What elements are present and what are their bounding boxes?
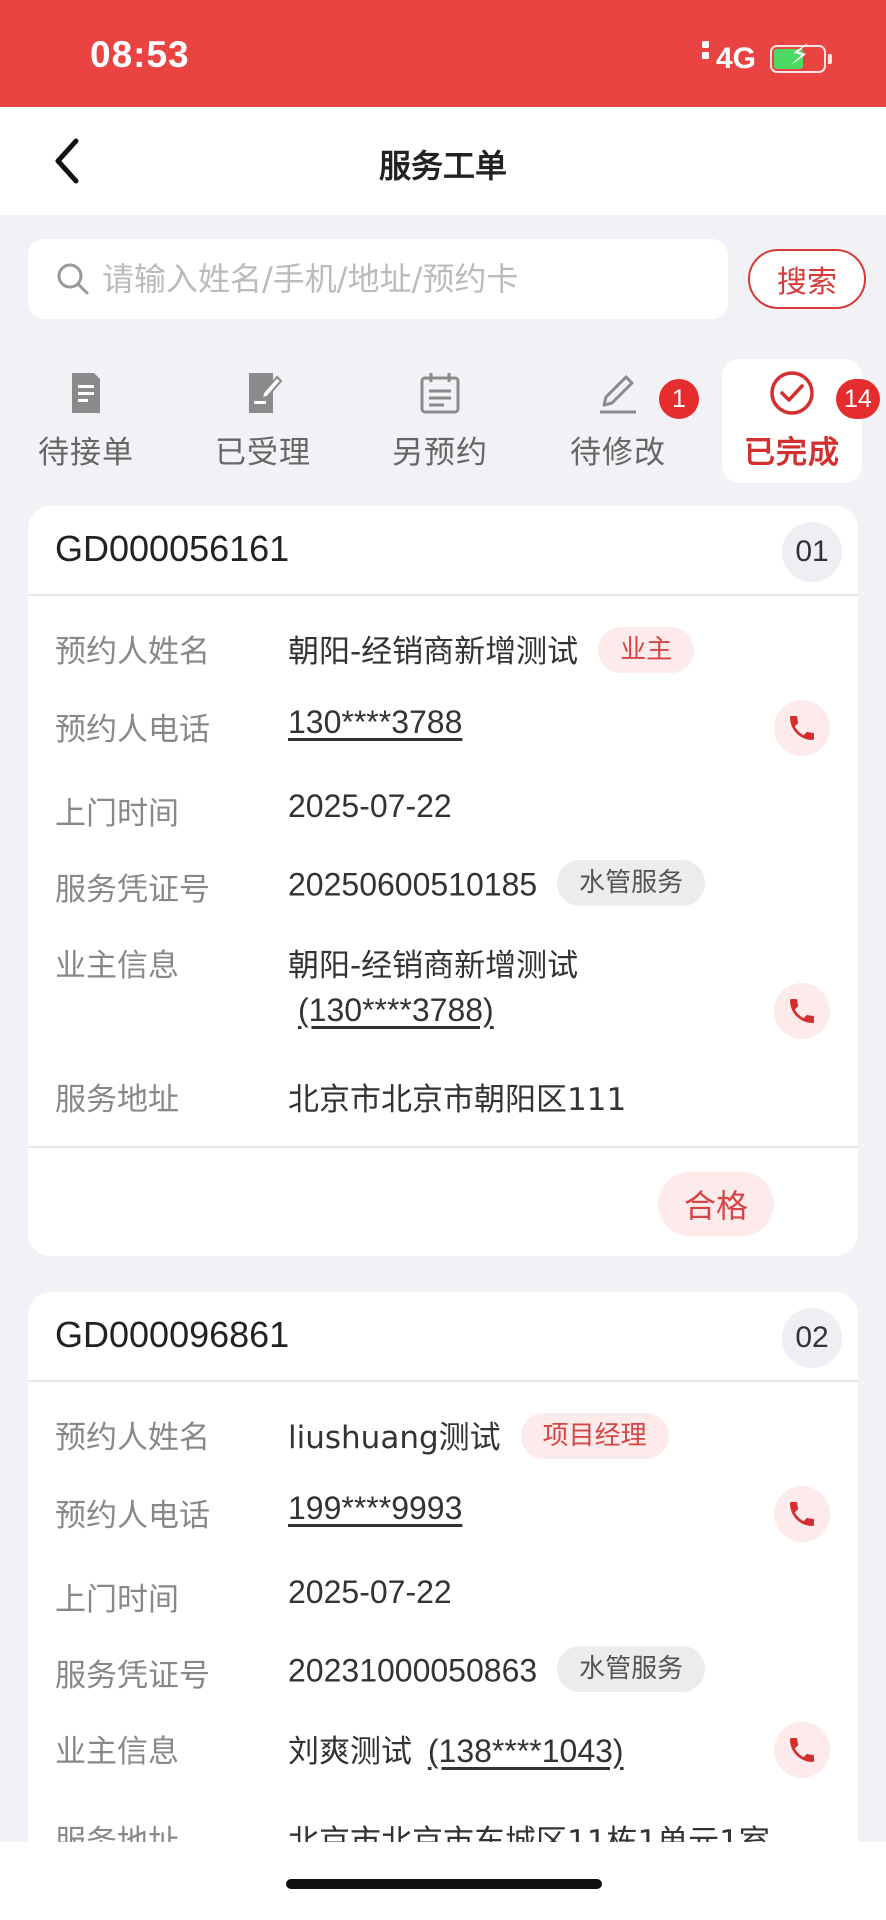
tab-completed[interactable]: 已完成 bbox=[722, 359, 862, 483]
calendar-icon bbox=[420, 373, 460, 414]
call-button[interactable] bbox=[774, 983, 830, 1039]
card-header: GD000096861 02 bbox=[28, 1292, 858, 1382]
search-button[interactable]: 搜索 bbox=[748, 249, 866, 309]
tab-badge: 14 bbox=[836, 379, 880, 419]
field-label: 上门时间 bbox=[55, 796, 179, 832]
status-time: 08:53 bbox=[90, 34, 190, 75]
sequence-badge: 02 bbox=[782, 1308, 842, 1368]
voucher-number: 20231000050863 bbox=[288, 1652, 538, 1689]
service-tag: 水管服务 bbox=[557, 1646, 706, 1692]
home-bar bbox=[0, 1842, 886, 1920]
phone-link[interactable]: 199****9993 bbox=[288, 1490, 462, 1527]
field-label: 服务地址 bbox=[55, 1082, 179, 1118]
service-address: 北京市北京市朝阳区111 bbox=[288, 1082, 627, 1118]
customer-name: liushuang测试 bbox=[288, 1420, 501, 1456]
phone-icon bbox=[790, 716, 814, 740]
edit-document-icon bbox=[249, 373, 283, 413]
check-circle-icon bbox=[770, 371, 814, 415]
document-icon bbox=[72, 373, 100, 413]
phone-icon bbox=[790, 999, 814, 1023]
field-label: 预约人电话 bbox=[55, 1498, 210, 1534]
tab-label: 已受理 bbox=[215, 435, 311, 471]
field-label: 预约人姓名 bbox=[55, 634, 210, 670]
pencil-icon bbox=[600, 375, 636, 414]
call-button[interactable] bbox=[774, 1486, 830, 1542]
phone-icon bbox=[790, 1502, 814, 1526]
status-icons: 4G ⚡ bbox=[701, 41, 832, 76]
sequence-badge: 01 bbox=[782, 522, 842, 582]
tab-label: 另预约 bbox=[392, 435, 488, 471]
call-button[interactable] bbox=[774, 700, 830, 756]
order-number: GD000096861 bbox=[55, 1314, 290, 1355]
service-tag: 水管服务 bbox=[557, 860, 706, 906]
tab-label: 待接单 bbox=[38, 435, 134, 471]
tab-accepted[interactable]: 已受理 bbox=[188, 359, 338, 483]
voucher-number: 20250600510185 bbox=[288, 866, 538, 903]
page-title: 服务工单 bbox=[378, 147, 507, 185]
owner-phone-link[interactable]: (138****1043) bbox=[428, 1733, 624, 1769]
field-value: 20250600510185 水管服务 bbox=[288, 860, 706, 910]
search-bar: 搜索 bbox=[0, 215, 886, 343]
tab-badge: 1 bbox=[659, 379, 699, 419]
home-indicator[interactable] bbox=[286, 1879, 602, 1889]
visit-time: 2025-07-22 bbox=[288, 1574, 452, 1610]
tab-pending-accept[interactable]: 待接单 bbox=[11, 359, 161, 483]
field-label: 上门时间 bbox=[55, 1582, 179, 1618]
search-box[interactable] bbox=[28, 239, 728, 319]
owner-name: 刘爽测试 bbox=[288, 1734, 412, 1770]
field-value: 朝阳-经销商新增测试 业主 bbox=[288, 626, 695, 677]
owner-name: 朝阳-经销商新增测试 bbox=[288, 948, 579, 984]
field-label: 预约人姓名 bbox=[55, 1420, 210, 1456]
tab-pending-modify[interactable]: 待修改 bbox=[543, 359, 693, 483]
field-label: 业主信息 bbox=[55, 948, 179, 984]
card-footer: 合格 bbox=[28, 1146, 858, 1256]
nav-bar: 服务工单 bbox=[0, 107, 886, 215]
status-tabs: 待接单 已受理 另预约 待修改 1 已完成 14 bbox=[0, 343, 886, 493]
role-tag: 项目经理 bbox=[520, 1412, 669, 1459]
call-button[interactable] bbox=[774, 1722, 830, 1778]
tab-label: 待修改 bbox=[570, 435, 666, 471]
field-label: 预约人电话 bbox=[55, 712, 210, 748]
search-icon bbox=[57, 263, 89, 295]
phone-icon bbox=[790, 1738, 814, 1762]
field-label: 服务凭证号 bbox=[55, 1658, 210, 1694]
field-label: 业主信息 bbox=[55, 1734, 179, 1770]
field-value: 20231000050863 水管服务 bbox=[288, 1646, 706, 1696]
role-tag: 业主 bbox=[598, 626, 695, 673]
result-badge[interactable]: 合格 bbox=[658, 1172, 774, 1236]
order-card[interactable]: GD000056161 01 预约人姓名 朝阳-经销商新增测试 业主 预约人电话 … bbox=[28, 506, 858, 1256]
field-value: liushuang测试 项目经理 bbox=[288, 1412, 669, 1463]
order-number: GD000056161 bbox=[55, 528, 290, 569]
tab-label: 已完成 bbox=[744, 435, 840, 471]
battery-icon: ⚡ bbox=[770, 41, 832, 73]
phone-link[interactable]: 130****3788 bbox=[288, 704, 462, 741]
card-header: GD000056161 01 bbox=[28, 506, 858, 596]
status-bar: 08:53 4G ⚡ bbox=[0, 0, 886, 107]
search-input[interactable] bbox=[102, 260, 722, 298]
customer-name: 朝阳-经销商新增测试 bbox=[288, 634, 579, 670]
visit-time: 2025-07-22 bbox=[288, 788, 452, 824]
field-value: 刘爽测试 (138****1043) bbox=[288, 1726, 624, 1771]
order-card[interactable]: GD000096861 02 预约人姓名 liushuang测试 项目经理 预约人… bbox=[28, 1292, 858, 1920]
tab-rescheduled[interactable]: 另预约 bbox=[365, 359, 515, 483]
field-label: 服务凭证号 bbox=[55, 872, 210, 908]
owner-phone-link[interactable]: (130****3788) bbox=[298, 992, 494, 1029]
